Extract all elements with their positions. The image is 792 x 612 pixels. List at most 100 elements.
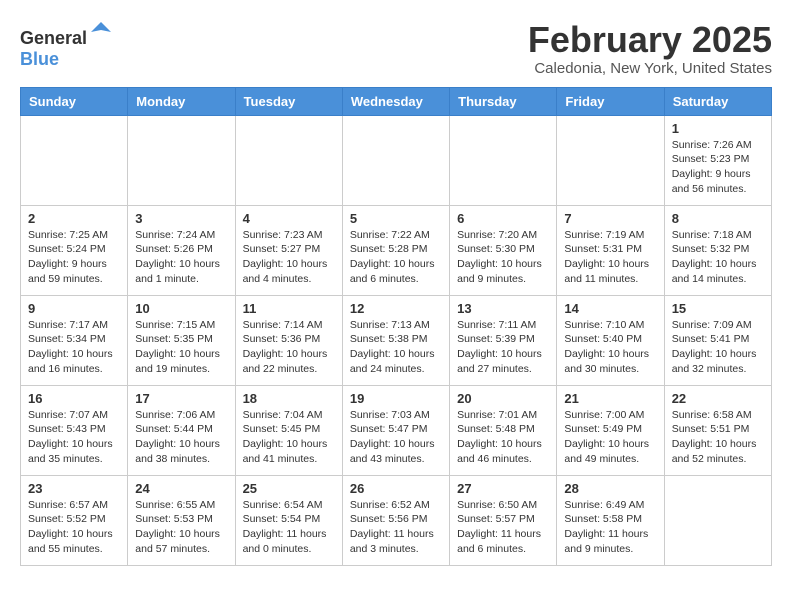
day-number: 25 bbox=[243, 481, 335, 496]
day-info: Sunrise: 7:07 AMSunset: 5:43 PMDaylight:… bbox=[28, 408, 120, 467]
calendar-cell: 16 Sunrise: 7:07 AMSunset: 5:43 PMDayligh… bbox=[21, 385, 128, 475]
logo-general: General bbox=[20, 28, 87, 48]
day-number: 9 bbox=[28, 301, 120, 316]
day-info: Sunrise: 7:20 AMSunset: 5:30 PMDaylight:… bbox=[457, 228, 549, 287]
day-info: Sunrise: 7:23 AMSunset: 5:27 PMDaylight:… bbox=[243, 228, 335, 287]
day-info: Sunrise: 7:24 AMSunset: 5:26 PMDaylight:… bbox=[135, 228, 227, 287]
day-info: Sunrise: 7:06 AMSunset: 5:44 PMDaylight:… bbox=[135, 408, 227, 467]
calendar-cell: 2 Sunrise: 7:25 AMSunset: 5:24 PMDaylight… bbox=[21, 205, 128, 295]
calendar-cell: 1 Sunrise: 7:26 AMSunset: 5:23 PMDaylight… bbox=[664, 115, 771, 205]
calendar-header-row: SundayMondayTuesdayWednesdayThursdayFrid… bbox=[21, 87, 772, 115]
calendar-cell: 24 Sunrise: 6:55 AMSunset: 5:53 PMDayligh… bbox=[128, 475, 235, 565]
calendar-cell: 9 Sunrise: 7:17 AMSunset: 5:34 PMDaylight… bbox=[21, 295, 128, 385]
calendar-cell bbox=[450, 115, 557, 205]
week-row-2: 2 Sunrise: 7:25 AMSunset: 5:24 PMDaylight… bbox=[21, 205, 772, 295]
calendar-cell: 12Sunrise: 7:13 AMSunset: 5:38 PMDayligh… bbox=[342, 295, 449, 385]
day-number: 10 bbox=[135, 301, 227, 316]
day-number: 24 bbox=[135, 481, 227, 496]
calendar-cell bbox=[557, 115, 664, 205]
calendar-header-saturday: Saturday bbox=[664, 87, 771, 115]
calendar-cell bbox=[128, 115, 235, 205]
day-number: 11 bbox=[243, 301, 335, 316]
day-number: 6 bbox=[457, 211, 549, 226]
logo-icon bbox=[89, 20, 113, 44]
day-number: 8 bbox=[672, 211, 764, 226]
calendar-cell: 7 Sunrise: 7:19 AMSunset: 5:31 PMDaylight… bbox=[557, 205, 664, 295]
calendar-cell bbox=[342, 115, 449, 205]
calendar-header-friday: Friday bbox=[557, 87, 664, 115]
calendar-cell: 28 Sunrise: 6:49 AMSunset: 5:58 PMDayligh… bbox=[557, 475, 664, 565]
calendar-cell: 15 Sunrise: 7:09 AMSunset: 5:41 PMDayligh… bbox=[664, 295, 771, 385]
calendar-cell: 22Sunrise: 6:58 AMSunset: 5:51 PMDayligh… bbox=[664, 385, 771, 475]
day-info: Sunrise: 7:13 AMSunset: 5:38 PMDaylight:… bbox=[350, 318, 442, 377]
day-info: Sunrise: 7:15 AMSunset: 5:35 PMDaylight:… bbox=[135, 318, 227, 377]
day-info: Sunrise: 7:01 AMSunset: 5:48 PMDaylight:… bbox=[457, 408, 549, 467]
calendar-cell: 21Sunrise: 7:00 AMSunset: 5:49 PMDayligh… bbox=[557, 385, 664, 475]
day-info: Sunrise: 7:22 AMSunset: 5:28 PMDaylight:… bbox=[350, 228, 442, 287]
day-info: Sunrise: 7:26 AMSunset: 5:23 PMDaylight:… bbox=[672, 138, 764, 197]
day-number: 5 bbox=[350, 211, 442, 226]
day-number: 20 bbox=[457, 391, 549, 406]
day-number: 2 bbox=[28, 211, 120, 226]
location: Caledonia, New York, United States bbox=[528, 60, 772, 77]
calendar-cell: 11 Sunrise: 7:14 AMSunset: 5:36 PMDayligh… bbox=[235, 295, 342, 385]
calendar-cell bbox=[21, 115, 128, 205]
day-info: Sunrise: 7:25 AMSunset: 5:24 PMDaylight:… bbox=[28, 228, 120, 287]
day-number: 7 bbox=[564, 211, 656, 226]
week-row-4: 16 Sunrise: 7:07 AMSunset: 5:43 PMDayligh… bbox=[21, 385, 772, 475]
day-info: Sunrise: 6:52 AMSunset: 5:56 PMDaylight:… bbox=[350, 498, 442, 557]
day-info: Sunrise: 7:03 AMSunset: 5:47 PMDaylight:… bbox=[350, 408, 442, 467]
calendar-table: SundayMondayTuesdayWednesdayThursdayFrid… bbox=[20, 87, 772, 566]
day-info: Sunrise: 6:55 AMSunset: 5:53 PMDaylight:… bbox=[135, 498, 227, 557]
day-info: Sunrise: 7:19 AMSunset: 5:31 PMDaylight:… bbox=[564, 228, 656, 287]
day-info: Sunrise: 7:00 AMSunset: 5:49 PMDaylight:… bbox=[564, 408, 656, 467]
day-number: 23 bbox=[28, 481, 120, 496]
day-number: 14 bbox=[564, 301, 656, 316]
logo: General Blue bbox=[20, 20, 113, 70]
day-number: 3 bbox=[135, 211, 227, 226]
day-number: 18 bbox=[243, 391, 335, 406]
day-number: 15 bbox=[672, 301, 764, 316]
calendar-header-wednesday: Wednesday bbox=[342, 87, 449, 115]
day-info: Sunrise: 7:10 AMSunset: 5:40 PMDaylight:… bbox=[564, 318, 656, 377]
day-info: Sunrise: 7:11 AMSunset: 5:39 PMDaylight:… bbox=[457, 318, 549, 377]
calendar-cell: 8 Sunrise: 7:18 AMSunset: 5:32 PMDaylight… bbox=[664, 205, 771, 295]
day-info: Sunrise: 6:54 AMSunset: 5:54 PMDaylight:… bbox=[243, 498, 335, 557]
day-number: 22 bbox=[672, 391, 764, 406]
calendar-header-tuesday: Tuesday bbox=[235, 87, 342, 115]
calendar-cell: 17 Sunrise: 7:06 AMSunset: 5:44 PMDayligh… bbox=[128, 385, 235, 475]
logo-blue: Blue bbox=[20, 49, 59, 69]
day-info: Sunrise: 7:04 AMSunset: 5:45 PMDaylight:… bbox=[243, 408, 335, 467]
week-row-5: 23 Sunrise: 6:57 AMSunset: 5:52 PMDayligh… bbox=[21, 475, 772, 565]
day-info: Sunrise: 7:09 AMSunset: 5:41 PMDaylight:… bbox=[672, 318, 764, 377]
calendar-header-thursday: Thursday bbox=[450, 87, 557, 115]
day-number: 17 bbox=[135, 391, 227, 406]
calendar-cell: 4 Sunrise: 7:23 AMSunset: 5:27 PMDaylight… bbox=[235, 205, 342, 295]
day-info: Sunrise: 7:18 AMSunset: 5:32 PMDaylight:… bbox=[672, 228, 764, 287]
page-header: General Blue February 2025 Caledonia, Ne… bbox=[20, 20, 772, 77]
calendar-cell: 23 Sunrise: 6:57 AMSunset: 5:52 PMDayligh… bbox=[21, 475, 128, 565]
day-number: 16 bbox=[28, 391, 120, 406]
calendar-cell: 3 Sunrise: 7:24 AMSunset: 5:26 PMDaylight… bbox=[128, 205, 235, 295]
calendar-cell: 6 Sunrise: 7:20 AMSunset: 5:30 PMDaylight… bbox=[450, 205, 557, 295]
day-number: 27 bbox=[457, 481, 549, 496]
day-info: Sunrise: 6:49 AMSunset: 5:58 PMDaylight:… bbox=[564, 498, 656, 557]
calendar-cell: 5 Sunrise: 7:22 AMSunset: 5:28 PMDaylight… bbox=[342, 205, 449, 295]
day-number: 1 bbox=[672, 121, 764, 136]
day-number: 28 bbox=[564, 481, 656, 496]
day-info: Sunrise: 6:50 AMSunset: 5:57 PMDaylight:… bbox=[457, 498, 549, 557]
week-row-3: 9 Sunrise: 7:17 AMSunset: 5:34 PMDaylight… bbox=[21, 295, 772, 385]
calendar-header-sunday: Sunday bbox=[21, 87, 128, 115]
calendar-cell bbox=[664, 475, 771, 565]
week-row-1: 1 Sunrise: 7:26 AMSunset: 5:23 PMDaylight… bbox=[21, 115, 772, 205]
calendar-cell: 27 Sunrise: 6:50 AMSunset: 5:57 PMDayligh… bbox=[450, 475, 557, 565]
day-info: Sunrise: 6:57 AMSunset: 5:52 PMDaylight:… bbox=[28, 498, 120, 557]
day-info: Sunrise: 7:17 AMSunset: 5:34 PMDaylight:… bbox=[28, 318, 120, 377]
day-number: 4 bbox=[243, 211, 335, 226]
calendar-cell: 25 Sunrise: 6:54 AMSunset: 5:54 PMDayligh… bbox=[235, 475, 342, 565]
day-number: 13 bbox=[457, 301, 549, 316]
day-info: Sunrise: 7:14 AMSunset: 5:36 PMDaylight:… bbox=[243, 318, 335, 377]
calendar-cell: 18 Sunrise: 7:04 AMSunset: 5:45 PMDayligh… bbox=[235, 385, 342, 475]
calendar-cell bbox=[235, 115, 342, 205]
day-number: 26 bbox=[350, 481, 442, 496]
